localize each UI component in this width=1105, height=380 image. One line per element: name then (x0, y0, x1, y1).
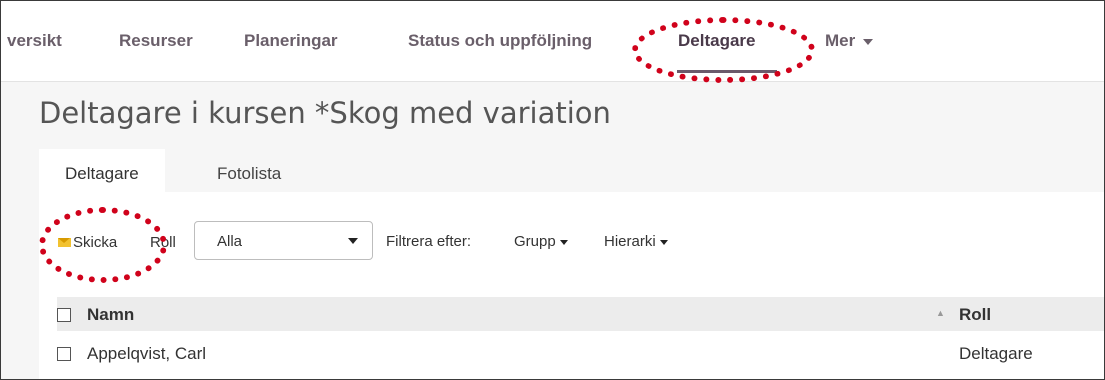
toolbar: Skicka Roll Alla Filtrera efter: Grupp H… (39, 192, 1104, 267)
group-filter-label: Grupp (514, 233, 556, 250)
hierarchy-filter-label: Hierarki (604, 233, 656, 250)
send-label: Skicka (73, 234, 118, 251)
nav-item-participants[interactable]: Deltagare (678, 31, 755, 51)
tab-participants[interactable]: Deltagare (39, 149, 165, 192)
nav-item-resources[interactable]: Resurser (119, 31, 193, 51)
filter-label: Filtrera efter: (386, 233, 472, 250)
column-header-role[interactable]: Roll (959, 305, 991, 325)
send-button[interactable]: Skicka (58, 234, 117, 251)
nav-item-status[interactable]: Status och uppföljning (408, 31, 592, 51)
tab-photo-list[interactable]: Fotolista (191, 149, 307, 192)
nav-item-plans[interactable]: Planeringar (244, 31, 338, 51)
select-all-checkbox[interactable] (57, 308, 71, 322)
caret-down-icon (559, 239, 568, 245)
nav-item-more[interactable]: Mer (825, 31, 874, 51)
participant-role: Deltagare (959, 344, 1033, 363)
table-header: Namn ▲ Roll (57, 297, 1104, 331)
tab-content: Skicka Roll Alla Filtrera efter: Grupp H… (39, 192, 1104, 379)
participant-name[interactable]: Appelqvist, Carl (87, 344, 206, 364)
envelope-icon (58, 237, 71, 247)
table-row: Appelqvist, Carl Deltagare (57, 331, 1104, 375)
caret-down-icon (659, 239, 668, 245)
page-area: Deltagare i kursen *Skog med variation D… (1, 82, 1104, 379)
group-filter-dropdown[interactable]: Grupp (514, 233, 568, 250)
screenshot-frame: versikt Resurser Planeringar Status och … (0, 0, 1105, 380)
hierarchy-filter-dropdown[interactable]: Hierarki (604, 233, 668, 250)
nav-item-overview[interactable]: versikt (7, 31, 62, 51)
row-checkbox[interactable] (57, 347, 71, 361)
active-tab-indicator (677, 70, 777, 73)
chevron-down-icon (863, 38, 874, 45)
column-header-name[interactable]: Namn (87, 305, 134, 325)
role-label: Roll (150, 234, 176, 251)
page-title: Deltagare i kursen *Skog med variation (39, 96, 611, 130)
sort-ascending-icon[interactable]: ▲ (936, 308, 945, 318)
role-select[interactable]: Alla (194, 221, 373, 260)
top-navigation: versikt Resurser Planeringar Status och … (1, 1, 1104, 82)
chevron-down-icon (348, 238, 358, 244)
nav-more-label: Mer (825, 31, 856, 50)
role-select-value: Alla (217, 233, 243, 250)
